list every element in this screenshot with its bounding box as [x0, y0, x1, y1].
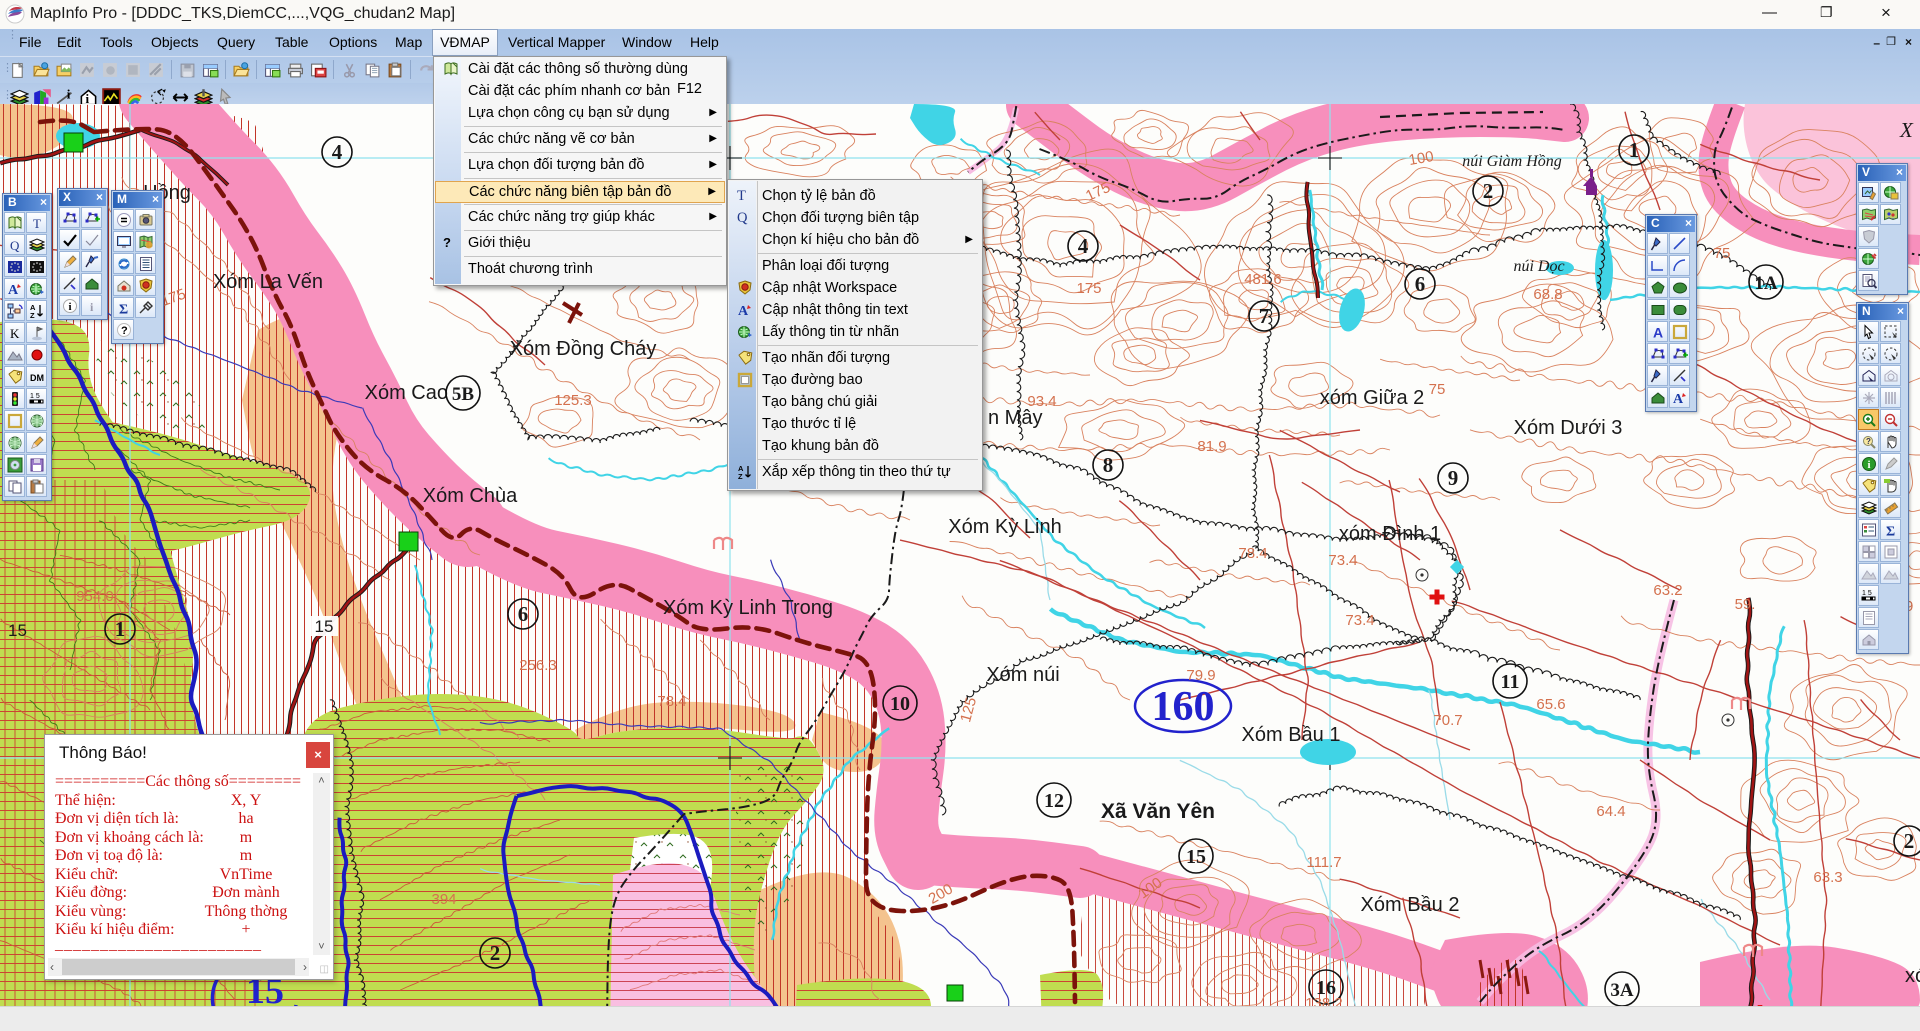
svg-text:DM: DM — [30, 373, 44, 383]
svg-text:78.4: 78.4 — [657, 693, 686, 710]
svg-text:Σ: Σ — [1886, 524, 1895, 538]
svg-text:59.: 59. — [1735, 596, 1756, 613]
svg-text:75: 75 — [1714, 245, 1731, 262]
svg-text:6: 6 — [518, 602, 529, 626]
svg-text:Xóm Kỳ Linh: Xóm Kỳ Linh — [948, 516, 1061, 538]
svg-text:A: A — [8, 283, 19, 297]
svg-text:2: 2 — [490, 941, 501, 965]
svg-text:70.7: 70.7 — [1433, 712, 1462, 729]
svg-text:65.6: 65.6 — [1536, 696, 1565, 713]
svg-text:954.0: 954.0 — [76, 588, 114, 605]
svg-text:125.3: 125.3 — [554, 392, 592, 409]
svg-text:73.4: 73.4 — [1345, 612, 1374, 629]
svg-text:8: 8 — [1103, 453, 1114, 477]
svg-text:93.4: 93.4 — [1027, 393, 1056, 410]
svg-text:Σ: Σ — [119, 302, 128, 316]
svg-text:15: 15 — [315, 617, 334, 636]
svg-text:Xóm núi: Xóm núi — [986, 664, 1059, 686]
svg-text:núi Giàm Hồng: núi Giàm Hồng — [1462, 153, 1562, 170]
svg-text:K: K — [10, 326, 20, 341]
svg-text:4: 4 — [1078, 234, 1089, 258]
svg-text:10: 10 — [890, 693, 910, 715]
svg-text:A: A — [1673, 392, 1684, 406]
svg-text:1 5: 1 5 — [1862, 590, 1872, 597]
svg-text:T: T — [33, 216, 41, 231]
svg-text:?: ? — [1866, 437, 1871, 446]
svg-text:3A: 3A — [1610, 980, 1634, 1001]
svg-text:Xóm Bầu 1: Xóm Bầu 1 — [1242, 724, 1341, 746]
svg-text:Q: Q — [10, 238, 20, 253]
svg-text:481.6: 481.6 — [1244, 271, 1282, 288]
svg-text:68.8: 68.8 — [1533, 286, 1562, 303]
svg-text:1: 1 — [1629, 138, 1640, 162]
svg-text:1A: 1A — [1754, 273, 1778, 294]
svg-text:A: A — [738, 304, 749, 318]
svg-text:9: 9 — [1448, 466, 1459, 490]
svg-text:73.4: 73.4 — [1328, 552, 1357, 569]
svg-text:Z: Z — [30, 311, 35, 319]
svg-text:Xóm Kỳ Linh Trong: Xóm Kỳ Linh Trong — [663, 597, 833, 619]
svg-text:Z: Z — [738, 472, 743, 480]
svg-text:Xóm Dưới 3: Xóm Dưới 3 — [1514, 417, 1623, 439]
svg-text:4: 4 — [332, 140, 343, 164]
svg-text:12: 12 — [1044, 790, 1064, 812]
svg-text:175: 175 — [1076, 280, 1101, 297]
svg-text:111.7: 111.7 — [1306, 854, 1341, 871]
svg-text:1: 1 — [115, 617, 126, 641]
svg-text:394: 394 — [431, 891, 456, 908]
svg-text:1 5: 1 5 — [30, 393, 40, 400]
svg-text:i: i — [68, 301, 71, 313]
svg-text:63.2: 63.2 — [1653, 582, 1682, 599]
svg-text:15: 15 — [8, 621, 27, 640]
svg-text:79.9: 79.9 — [1186, 667, 1215, 684]
svg-text:160: 160 — [1152, 684, 1215, 730]
svg-text:256.3: 256.3 — [519, 657, 557, 674]
svg-text:11: 11 — [1501, 671, 1520, 693]
svg-text:2: 2 — [1483, 179, 1494, 203]
svg-text:64.4: 64.4 — [1596, 803, 1625, 820]
svg-text:i: i — [66, 88, 70, 102]
svg-text:n Mây: n Mây — [988, 407, 1042, 429]
svg-text:Xóm Cao: Xóm Cao — [365, 382, 448, 404]
svg-text:7: 7 — [1259, 304, 1270, 328]
svg-text:Xã Văn Yên: Xã Văn Yên — [1101, 800, 1215, 823]
svg-text:xóm Đình 1: xóm Đình 1 — [1339, 523, 1441, 545]
svg-text:?: ? — [121, 325, 128, 337]
svg-text:15: 15 — [1186, 846, 1206, 868]
svg-text:81.9: 81.9 — [1197, 438, 1226, 455]
svg-text:Xóm Đồng Cháy: Xóm Đồng Cháy — [510, 338, 657, 360]
svg-text:78.4: 78.4 — [1238, 545, 1267, 562]
svg-text:5B: 5B — [452, 384, 475, 405]
svg-text:Xóm La Vến: Xóm La Vến — [213, 271, 323, 293]
svg-text:Xóm Bầu 2: Xóm Bầu 2 — [1361, 894, 1460, 916]
svg-text:6: 6 — [1415, 272, 1426, 296]
svg-text:xóm Đ: xóm Đ — [1905, 965, 1920, 987]
svg-text:75: 75 — [1429, 381, 1446, 398]
svg-text:63.3: 63.3 — [1813, 869, 1842, 886]
svg-text:A: A — [1653, 324, 1663, 340]
svg-text:i: i — [1867, 459, 1870, 471]
svg-text:X: X — [1899, 118, 1914, 142]
svg-text:2: 2 — [1904, 829, 1915, 853]
svg-text:xóm Giữa 2: xóm Giữa 2 — [1320, 387, 1425, 409]
svg-text:Xóm Chùa: Xóm Chùa — [423, 485, 518, 507]
svg-text:i: i — [90, 300, 94, 314]
svg-text:núi Dọc: núi Dọc — [1513, 258, 1564, 275]
